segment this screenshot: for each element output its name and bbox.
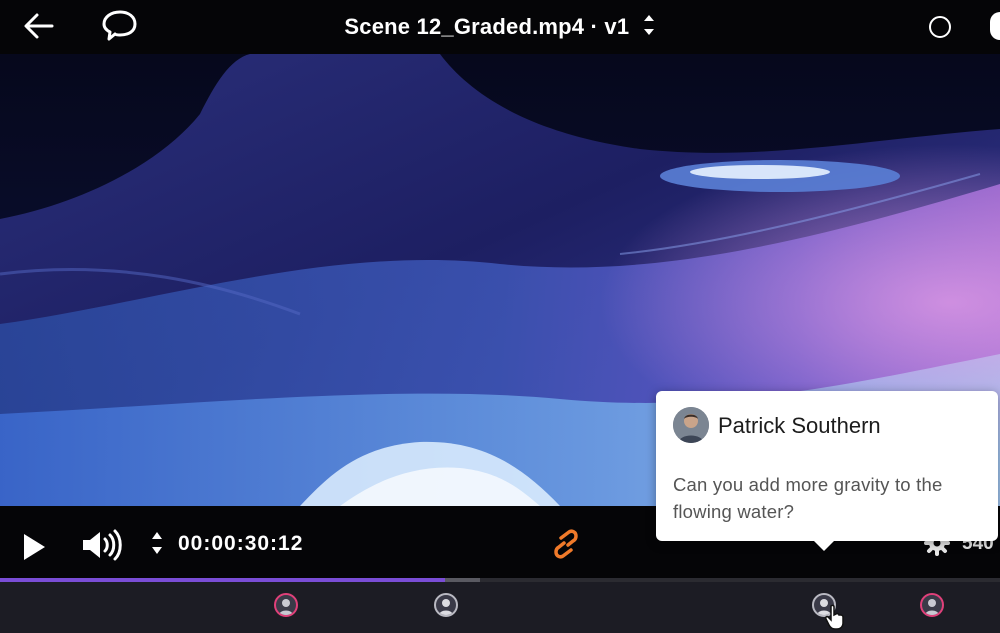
user-avatar-icon (673, 407, 709, 443)
avatar-icon (925, 599, 939, 615)
avatar (673, 407, 709, 443)
timecode-format-toggle[interactable] (150, 528, 164, 563)
comment-text: Can you add more gravity to the flowing … (673, 474, 943, 522)
comment-timeline (0, 582, 1000, 633)
avatar-icon (279, 599, 293, 615)
volume-button[interactable] (80, 528, 124, 567)
play-button[interactable] (22, 533, 46, 566)
pointer-cursor-icon (825, 604, 844, 630)
comment-marker[interactable] (274, 593, 298, 617)
comment-popup[interactable]: Patrick Southern Can you add more gravit… (656, 391, 998, 551)
timecode-display: 00:00:30:12 (178, 532, 304, 555)
volume-icon (83, 529, 122, 561)
comment-marker[interactable] (434, 593, 458, 617)
file-title-text: Scene 12_Graded.mp4 · v1 (344, 13, 630, 39)
circle-outline-icon[interactable] (929, 16, 951, 38)
top-bar: Scene 12_Graded.mp4 · v1 (0, 0, 1000, 54)
avatar-icon (439, 599, 453, 615)
comment-author: Patrick Southern (718, 413, 881, 438)
chevron-up-down-icon[interactable] (642, 12, 656, 44)
file-title[interactable]: Scene 12_Graded.mp4 · v1 (0, 12, 1000, 44)
sync-button[interactable] (552, 529, 580, 564)
panel-edge[interactable] (990, 12, 1000, 40)
comment-marker[interactable] (920, 593, 944, 617)
chevron-up-down-icon (152, 532, 162, 554)
sync-link-icon (554, 529, 578, 559)
play-icon (24, 534, 45, 560)
